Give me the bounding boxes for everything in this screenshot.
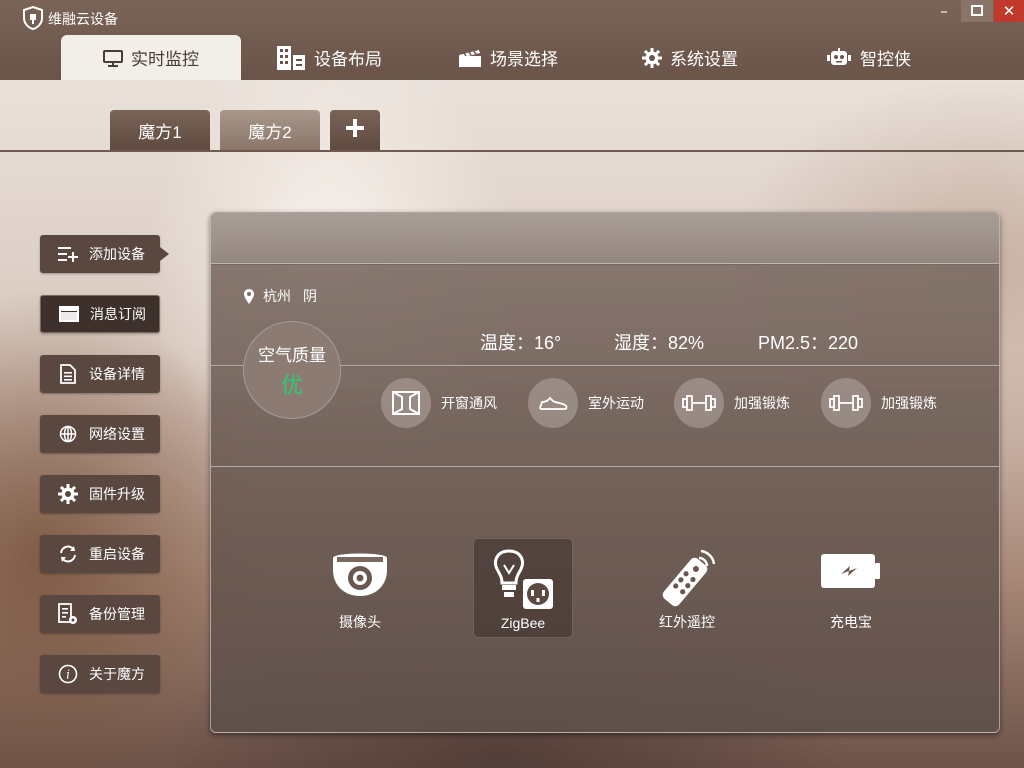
temperature-value: 温度：16° — [480, 333, 562, 353]
sidebar-label: 设备详情 — [89, 366, 145, 382]
dumbbell-icon — [674, 378, 724, 428]
monitor-icon — [103, 49, 123, 67]
subtab-divider — [0, 150, 1024, 152]
plus-icon — [345, 118, 365, 143]
subtab-cube-1[interactable]: 魔方1 — [110, 110, 210, 150]
air-quality-label: 空气质量 — [258, 345, 326, 365]
tab-label: 场景选择 — [490, 50, 558, 69]
tab-label: 系统设置 — [670, 50, 738, 69]
minimize-button[interactable]: – — [928, 0, 960, 22]
add-tab-button[interactable] — [330, 110, 380, 150]
sidebar-label: 消息订阅 — [90, 306, 146, 322]
tab-label: 设备布局 — [314, 50, 382, 69]
suggestion-label: 室外运动 — [588, 395, 644, 411]
device-label: 充电宝 — [830, 614, 872, 630]
suggestion-label: 开窗通风 — [441, 395, 497, 411]
device-power-bank[interactable]: 充电宝 — [801, 538, 901, 638]
window-open-icon — [381, 378, 431, 428]
add-list-icon — [57, 243, 79, 265]
suggestion-label: 加强锻炼 — [734, 395, 790, 411]
info-icon: i — [57, 663, 79, 685]
location-pin-icon — [244, 288, 254, 304]
tab-label: 智控侠 — [860, 50, 911, 69]
pm25-value: PM2.5：220 — [758, 333, 859, 353]
sidebar-label: 固件升级 — [89, 486, 145, 502]
device-zigbee[interactable]: ZigBee — [473, 538, 573, 638]
air-quality-value: 优 — [280, 372, 303, 398]
divider — [211, 466, 999, 468]
app-title: 维融云设备 — [48, 11, 118, 27]
robot-icon — [826, 47, 852, 68]
maximize-icon — [971, 5, 983, 16]
device-label: 红外遥控 — [659, 614, 715, 630]
sidebar-add-device[interactable]: 添加设备 — [40, 235, 169, 273]
subtab-cube-2[interactable]: 魔方2 — [220, 110, 320, 150]
panel-header — [211, 213, 999, 264]
camera-icon — [329, 548, 391, 601]
document-icon — [57, 363, 79, 385]
device-ir-remote[interactable]: 红外遥控 — [637, 538, 737, 638]
window-icon — [58, 303, 80, 325]
suggestion-outdoor-exercise: 室外运动 — [528, 378, 644, 428]
sidebar-about-cube[interactable]: i 关于魔方 — [40, 655, 160, 693]
backup-icon — [57, 603, 79, 625]
battery-icon — [819, 548, 883, 595]
tab-smart-control[interactable]: 智控侠 — [826, 35, 911, 80]
device-label: ZigBee — [500, 615, 546, 631]
gear-icon — [642, 47, 662, 68]
tab-device-layout[interactable]: 设备布局 — [276, 35, 382, 80]
tab-label: 实时监控 — [131, 50, 199, 69]
building-icon — [276, 45, 306, 71]
sidebar-device-details[interactable]: 设备详情 — [40, 355, 160, 393]
sidebar-label: 添加设备 — [89, 246, 145, 262]
svg-text:i: i — [66, 668, 70, 682]
suggestion-label: 加强锻炼 — [881, 395, 937, 411]
suggestion-exercise: 加强锻炼 — [674, 378, 790, 428]
globe-icon — [57, 423, 79, 445]
suggestion-exercise: 加强锻炼 — [821, 378, 937, 428]
sidebar-label: 备份管理 — [89, 606, 145, 622]
suggestion-ventilate: 开窗通风 — [381, 378, 497, 428]
clapperboard-icon — [458, 48, 482, 68]
location: 杭州 阴 — [244, 286, 317, 306]
sidebar-label: 关于魔方 — [89, 666, 145, 682]
tab-realtime-monitor[interactable]: 实时监控 — [61, 35, 241, 80]
weather-condition: 阴 — [303, 288, 317, 304]
shield-logo-icon — [22, 5, 44, 31]
zigbee-icon — [491, 549, 555, 614]
device-camera[interactable]: 摄像头 — [310, 538, 410, 638]
gear-icon — [57, 483, 79, 505]
air-quality-badge: 空气质量 优 — [243, 321, 341, 419]
shoe-icon — [528, 378, 578, 428]
sidebar-firmware-upgrade[interactable]: 固件升级 — [40, 475, 160, 513]
sidebar-restart-device[interactable]: 重启设备 — [40, 535, 160, 573]
sidebar-network-settings[interactable]: 网络设置 — [40, 415, 160, 453]
sidebar-label: 网络设置 — [89, 426, 145, 442]
tab-scene-select[interactable]: 场景选择 — [458, 35, 558, 80]
remote-icon — [655, 548, 719, 613]
sidebar-label: 重启设备 — [89, 546, 145, 562]
dumbbell-icon — [821, 378, 871, 428]
close-button[interactable]: ✕ — [994, 0, 1024, 22]
tab-system-settings[interactable]: 系统设置 — [642, 35, 738, 80]
sidebar-backup-management[interactable]: 备份管理 — [40, 595, 160, 633]
maximize-button[interactable] — [961, 0, 993, 22]
humidity-value: 湿度：82% — [614, 333, 705, 353]
refresh-icon — [57, 543, 79, 565]
device-panel: 杭州 阴 空气质量 优 温度：16° 湿度：82% PM2.5：220 开窗通风… — [210, 212, 1000, 733]
sidebar-message-subscription[interactable]: 消息订阅 — [40, 295, 160, 333]
divider — [211, 263, 999, 265]
city-name: 杭州 — [263, 288, 291, 304]
device-label: 摄像头 — [339, 614, 381, 630]
